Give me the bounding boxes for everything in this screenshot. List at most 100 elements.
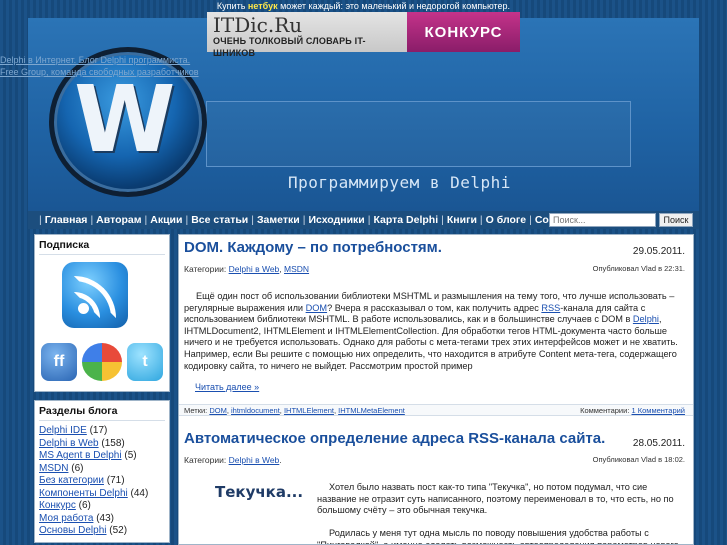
top-promo-bar: Купить нетбук может каждый: это маленьки…	[0, 0, 727, 12]
logo-w-mark: W	[74, 66, 176, 173]
category-item: Основы Delphi (52)	[39, 525, 165, 538]
category-link[interactable]: Delphi IDE	[39, 425, 87, 436]
body-text: ? Вчера я рассказывал о том, как получит…	[327, 302, 542, 313]
category-count: (43)	[96, 512, 114, 524]
post-paragraph: Хотел было назвать пост как-то типа "Тек…	[317, 482, 674, 516]
nav-item[interactable]: Все статьи	[191, 214, 248, 226]
category-item: Моя работа (43)	[39, 513, 165, 526]
category-item: Delphi IDE (17)	[39, 425, 165, 438]
category-count: (44)	[130, 487, 149, 499]
rss-dot	[78, 303, 89, 314]
post-paragraph: Родилась у меня тут одна мысль по поводу…	[317, 528, 679, 545]
category-link[interactable]: MSDN	[284, 264, 309, 274]
category-link[interactable]: MSDN	[39, 463, 68, 474]
comments-info: Комментарии: 1 Комментарий	[580, 405, 685, 416]
post-title-link[interactable]: Автоматическое определение адреса RSS-ка…	[184, 430, 605, 447]
ad-contest: КОНКУРС	[407, 12, 520, 52]
categories-heading: Разделы блога	[39, 405, 165, 421]
nav-separator: |	[479, 214, 483, 226]
tag-link[interactable]: ihtmldocument	[231, 406, 280, 415]
twitter-icon[interactable]: t	[127, 343, 163, 381]
category-count: (158)	[101, 437, 125, 449]
comments-label: Комментарии:	[580, 406, 630, 415]
comments-link[interactable]: 1 Комментарий	[632, 406, 686, 415]
category-link[interactable]: Delphi в Web	[229, 455, 280, 465]
blog-subtitle-link[interactable]: Free Group, команда свободных разработчи…	[0, 66, 199, 78]
nav-item[interactable]: Акции	[150, 214, 182, 226]
category-link[interactable]: Компоненты Delphi	[39, 488, 128, 499]
post-thumbnail: Текучка...	[215, 483, 304, 501]
post-date: 29.05.2011.	[632, 246, 685, 257]
category-item: Без категории (71)	[39, 475, 165, 488]
nav-separator: |	[302, 214, 306, 226]
categories-list: Delphi IDE (17) Delphi в Web (158) MS Agen…	[39, 425, 165, 538]
search-button[interactable]: Поиск	[659, 213, 693, 227]
promo-netbook-link[interactable]: нетбук	[248, 1, 278, 11]
tag-link[interactable]: IHTMLElement	[284, 406, 334, 415]
category-link[interactable]: Основы Delphi	[39, 525, 107, 536]
tag-link[interactable]: IHTMLMetaElement	[338, 406, 405, 415]
category-count: (71)	[106, 475, 125, 486]
ad-title: ITDic.Ru	[213, 13, 303, 37]
category-item: Конкурс (6)	[39, 500, 165, 513]
blog-title-link[interactable]: Delphi в Интернет. Блог Delphi программи…	[0, 54, 199, 66]
category-count: (52)	[109, 525, 128, 536]
category-item: Компоненты Delphi (44)	[39, 488, 165, 501]
post-date: 28.05.2011.	[632, 438, 685, 449]
posts-area: DOM. Каждому – по потребностям. 29.05.20…	[178, 234, 694, 545]
google-buzz-icon[interactable]	[82, 343, 122, 381]
nav-separator: |	[251, 214, 254, 226]
post-excerpt: Ещё один пост об использовании библиотек…	[184, 291, 688, 372]
subscribe-heading: Подписка	[39, 239, 165, 255]
read-more-link[interactable]: Читать далее »	[195, 382, 259, 392]
inline-link[interactable]: DOM	[306, 303, 327, 313]
nav-item[interactable]: Главная	[45, 214, 88, 226]
category-link[interactable]: Delphi в Web	[229, 264, 280, 274]
post-categories: Категории: Delphi в Web, MSDN	[184, 264, 310, 274]
search-form: Поиск	[549, 213, 693, 227]
categories-panel: Разделы блога Delphi IDE (17) Delphi в We…	[34, 400, 170, 543]
site-tagline: Программируем в Delphi	[288, 173, 511, 192]
nav-item[interactable]: Книги	[447, 214, 477, 226]
ad-left-panel: ITDic.Ru ОЧЕНЬ ТОЛКОВЫЙ СЛОВАРЬ IT-ШНИКО…	[207, 12, 407, 58]
sidebar: Подписка ff t Разделы блога Delphi IDE (…	[34, 234, 170, 545]
nav-item[interactable]: Авторам	[96, 214, 141, 226]
tag-link[interactable]: DOM	[209, 406, 227, 415]
subscribe-panel: Подписка ff t	[34, 234, 170, 392]
nav-separator: |	[367, 214, 371, 226]
nav-separator: |	[441, 214, 444, 226]
category-item: Delphi в Web (158)	[39, 438, 165, 451]
ad-subtitle: ОЧЕНЬ ТОЛКОВЫЙ СЛОВАРЬ IT-ШНИКОВ	[213, 36, 366, 58]
categories-label: Категории:	[184, 264, 227, 274]
promo-text-before: Купить	[216, 1, 246, 11]
category-item: MS Agent в Delphi (5)	[39, 450, 165, 463]
category-link[interactable]: Delphi в Web	[39, 438, 99, 449]
search-input[interactable]	[549, 213, 656, 227]
category-link[interactable]: Конкурс	[39, 500, 76, 511]
category-count: (17)	[89, 425, 108, 436]
inline-link[interactable]: RSS	[541, 303, 560, 313]
header-text-links: Delphi в Интернет. Блог Delphi программи…	[0, 54, 199, 78]
nav-item[interactable]: Карта Delphi	[373, 214, 438, 226]
nav-item[interactable]: Исходники	[308, 214, 364, 226]
nav-separator: |	[144, 214, 148, 226]
inline-link[interactable]: Delphi	[633, 314, 659, 324]
category-count: (5)	[124, 450, 137, 461]
nav-separator: |	[39, 214, 42, 226]
post-author: Опубликовал Vlad в 18:02.	[592, 455, 685, 464]
friendfeed-icon[interactable]: ff	[41, 343, 77, 381]
nav-separator: |	[185, 214, 189, 226]
nav-item[interactable]: О блоге	[486, 214, 526, 226]
tags-label: Метки:	[184, 406, 208, 415]
post-title-link[interactable]: DOM. Каждому – по потребностям.	[184, 239, 442, 256]
category-link[interactable]: Моя работа	[39, 513, 93, 524]
category-count: (6)	[71, 462, 84, 474]
rss-icon[interactable]	[62, 262, 128, 328]
nav-item[interactable]: Заметки	[257, 214, 300, 226]
itdic-ad-banner[interactable]: ITDic.Ru ОЧЕНЬ ТОЛКОВЫЙ СЛОВАРЬ IT-ШНИКО…	[207, 12, 520, 58]
category-link[interactable]: MS Agent в Delphi	[39, 450, 122, 461]
nav-separator: |	[529, 214, 532, 226]
category-link[interactable]: Без категории	[39, 475, 104, 486]
promo-text-after: может каждый: это маленький и недорогой …	[280, 1, 511, 11]
post-tags-bar: Метки: DOM, ihtmldocument, IHTMLElement,…	[179, 404, 693, 416]
